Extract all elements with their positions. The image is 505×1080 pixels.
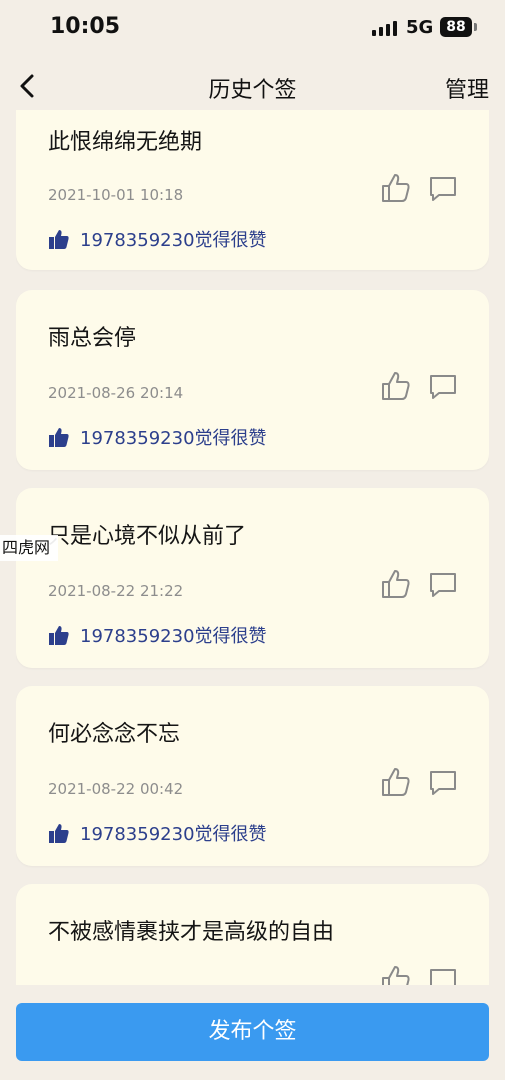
signature-time: 2021-10-01 10:18: [48, 186, 184, 204]
comment-bubble-icon[interactable]: [428, 174, 458, 204]
signature-card[interactable]: 何必念念不忘 2021-08-22 00:42 1978359230觉得很赞: [16, 686, 489, 866]
liker-text: 1978359230觉得很赞: [80, 230, 267, 251]
battery-tip: [474, 23, 477, 31]
signature-card[interactable]: 不被感情裹挟才是高级的自由: [16, 884, 489, 985]
signature-card[interactable]: 雨总会停 2021-08-26 20:14 1978359230觉得很赞: [16, 290, 489, 470]
thumbs-up-filled-icon: [49, 428, 69, 447]
comment-bubble-icon[interactable]: [428, 966, 458, 985]
thumbs-up-outline-icon[interactable]: [380, 964, 412, 985]
signature-text: 只是心境不似从前了: [48, 524, 247, 549]
status-bar: 10:05 5G 88: [0, 0, 505, 56]
thumbs-up-filled-icon: [49, 626, 69, 645]
signature-time: 2021-08-22 00:42: [48, 780, 184, 798]
signature-text: 雨总会停: [48, 326, 137, 351]
page-title: 历史个签: [208, 78, 297, 103]
signature-list[interactable]: 此恨绵绵无绝期 2021-10-01 10:18 1978359230觉得很赞 …: [16, 110, 489, 985]
thumbs-up-outline-icon[interactable]: [380, 172, 412, 204]
watermark: 四虎网: [0, 535, 58, 561]
thumbs-up-outline-icon[interactable]: [380, 568, 412, 600]
nav-bar: 历史个签 管理: [0, 62, 505, 110]
liker-text: 1978359230觉得很赞: [80, 428, 267, 449]
comment-bubble-icon[interactable]: [428, 768, 458, 798]
status-time: 10:05: [50, 14, 121, 39]
publish-signature-button[interactable]: 发布个签: [16, 1003, 489, 1061]
bottom-bar: 发布个签: [0, 985, 505, 1080]
signature-text: 不被感情裹挟才是高级的自由: [48, 920, 335, 945]
thumbs-up-outline-icon[interactable]: [380, 370, 412, 402]
thumbs-up-filled-icon: [49, 230, 69, 249]
thumbs-up-outline-icon[interactable]: [380, 766, 412, 798]
signature-text: 何必念念不忘: [48, 722, 181, 747]
signature-card[interactable]: 只是心境不似从前了 2021-08-22 21:22 1978359230觉得很…: [16, 488, 489, 668]
liker-text: 1978359230觉得很赞: [80, 824, 267, 845]
manage-button[interactable]: 管理: [445, 72, 489, 104]
network-type: 5G: [406, 17, 434, 38]
signal-icon: [372, 20, 398, 36]
liker-text: 1978359230觉得很赞: [80, 626, 267, 647]
signature-time: 2021-08-22 21:22: [48, 582, 184, 600]
battery-icon: 88: [440, 17, 472, 37]
thumbs-up-filled-icon: [49, 824, 69, 843]
comment-bubble-icon[interactable]: [428, 570, 458, 600]
comment-bubble-icon[interactable]: [428, 372, 458, 402]
signature-card[interactable]: 此恨绵绵无绝期 2021-10-01 10:18 1978359230觉得很赞: [16, 110, 489, 270]
signature-time: 2021-08-26 20:14: [48, 384, 184, 402]
signature-text: 此恨绵绵无绝期: [48, 130, 203, 155]
